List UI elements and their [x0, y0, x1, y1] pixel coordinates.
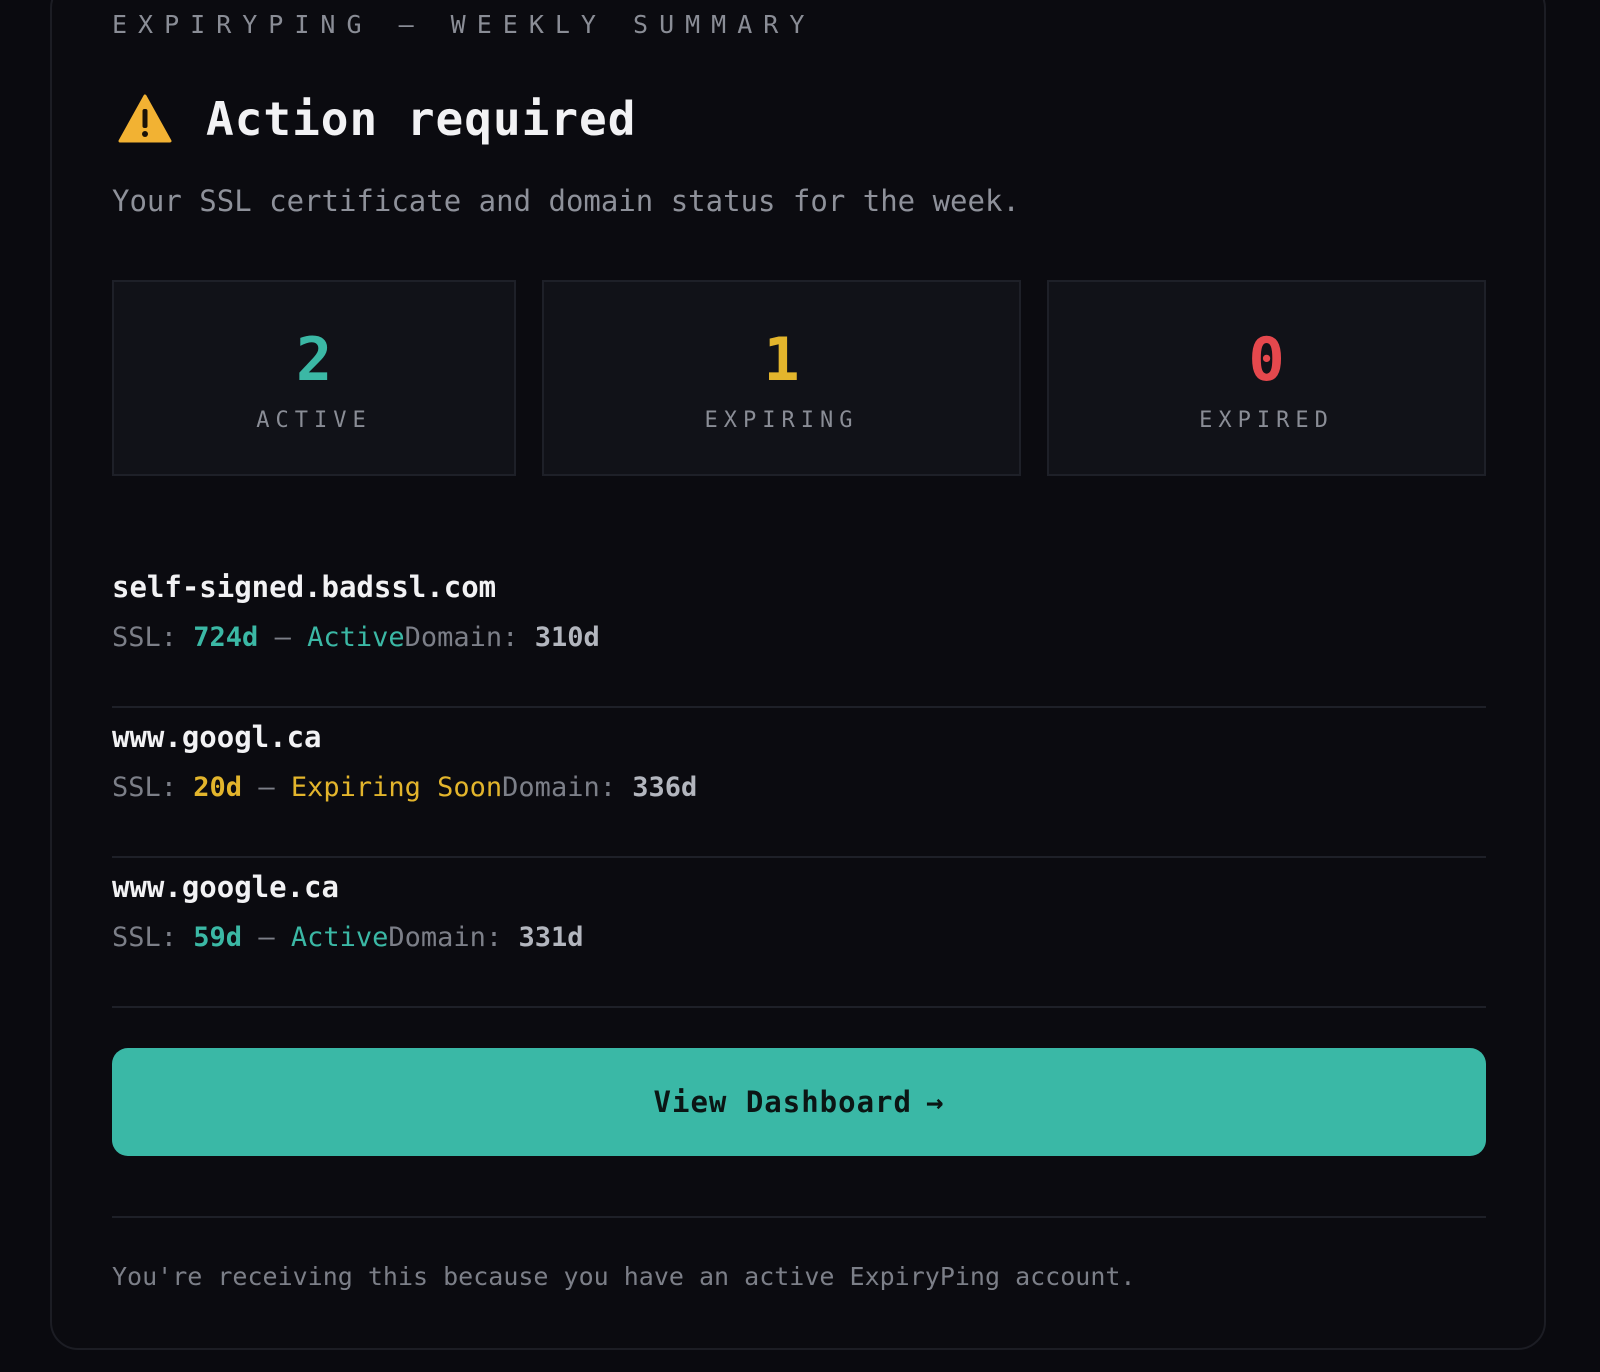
page-subtitle: Your SSL certificate and domain status f…: [112, 184, 1020, 218]
stat-label-expired: EXPIRED: [1199, 408, 1334, 433]
ssl-separator: —: [242, 922, 291, 953]
ssl-status: Active: [307, 622, 405, 653]
footer-divider: [112, 1216, 1486, 1218]
stat-label-active: ACTIVE: [256, 408, 372, 433]
ssl-prefix: SSL:: [112, 622, 194, 653]
warning-icon: [118, 94, 172, 143]
ssl-status: Expiring Soon: [290, 772, 503, 803]
domain-meta: SSL: 724d — ActiveDomain: 310d: [112, 622, 600, 653]
domain-meta: SSL: 59d — ActiveDomain: 331d: [112, 922, 583, 953]
stat-value-expired: 0: [1248, 325, 1285, 395]
domain-days: 310d: [534, 622, 600, 653]
ssl-prefix: SSL:: [112, 772, 194, 803]
ssl-status: Active: [290, 922, 389, 953]
stat-label-expiring: EXPIRING: [704, 408, 859, 433]
ssl-days: 20d: [193, 772, 243, 803]
domain-prefix: Domain:: [404, 622, 535, 653]
domain-row: www.googl.ca SSL: 20d — Expiring SoonDom…: [112, 706, 1486, 858]
domain-prefix: Domain:: [502, 772, 633, 803]
ssl-prefix: SSL:: [112, 922, 194, 953]
domain-meta: SSL: 20d — Expiring SoonDomain: 336d: [112, 772, 697, 803]
domain-name: www.googl.ca: [112, 720, 322, 754]
stat-card-active: 2 ACTIVE: [112, 280, 516, 476]
view-dashboard-button[interactable]: View Dashboard →: [112, 1048, 1486, 1156]
domain-prefix: Domain:: [388, 922, 519, 953]
page-title: Action required: [206, 92, 637, 146]
stat-value-active: 2: [295, 325, 333, 395]
arrow-right-icon: →: [925, 1085, 945, 1119]
domain-row: self-signed.badssl.com SSL: 724d — Activ…: [112, 556, 1486, 708]
stat-card-expiring: 1 EXPIRING: [542, 280, 1021, 476]
ssl-days: 724d: [193, 622, 259, 653]
email-eyebrow: EXPIRYPING — WEEKLY SUMMARY: [112, 10, 816, 39]
domain-name: www.google.ca: [112, 870, 339, 904]
view-dashboard-label: View Dashboard: [653, 1085, 912, 1119]
ssl-separator: —: [242, 772, 291, 803]
stat-value-expiring: 1: [763, 325, 800, 395]
domain-days: 336d: [632, 772, 698, 803]
footer-note: You're receiving this because you have a…: [112, 1262, 1136, 1291]
domain-row: www.google.ca SSL: 59d — ActiveDomain: 3…: [112, 856, 1486, 1008]
ssl-days: 59d: [193, 922, 243, 953]
ssl-separator: —: [258, 622, 308, 653]
domain-days: 331d: [518, 922, 584, 953]
stat-card-expired: 0 EXPIRED: [1047, 280, 1486, 476]
headline: Action required: [118, 92, 636, 146]
domain-name: self-signed.badssl.com: [112, 570, 497, 604]
